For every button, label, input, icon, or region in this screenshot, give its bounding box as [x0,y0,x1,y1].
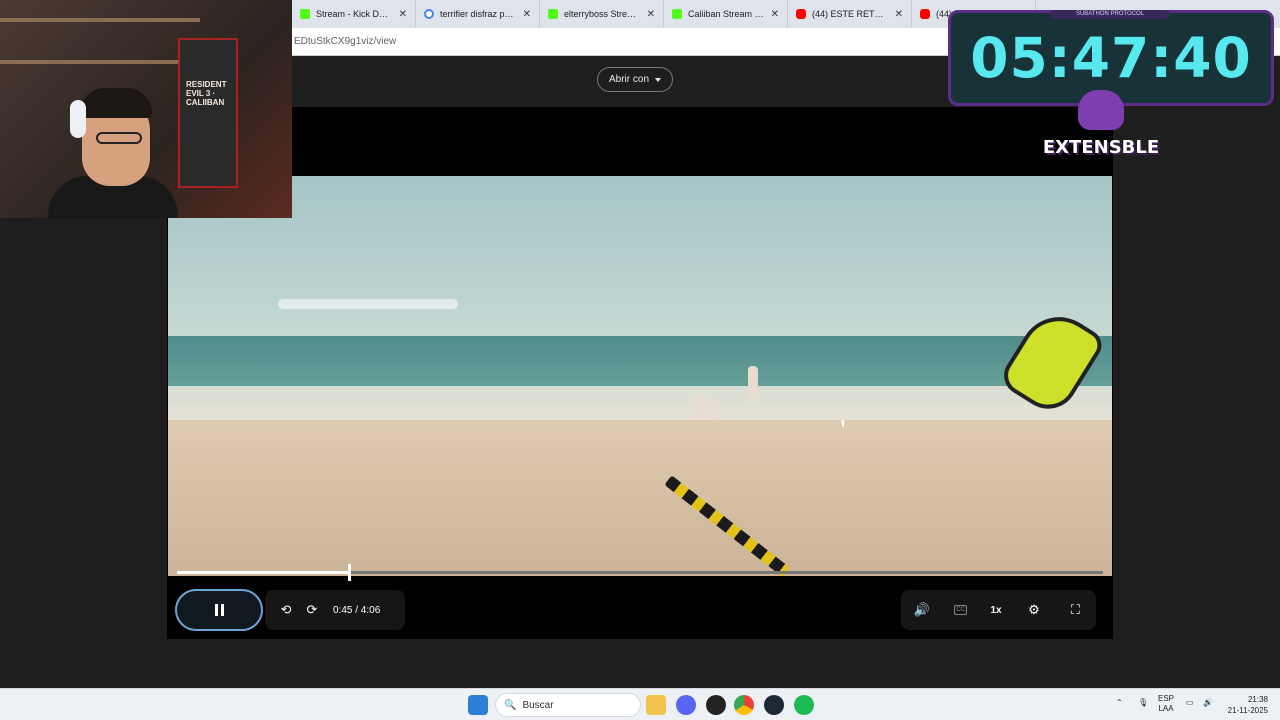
chevron-up-icon[interactable]: ⌃ [1116,698,1123,708]
file-explorer-icon[interactable] [646,695,666,715]
rewind-10-icon[interactable]: ⟲ [277,601,295,619]
tab-title: (44) ESTE RETO DE A [812,9,889,19]
spotify-icon[interactable] [794,695,814,715]
windows-start-icon[interactable] [468,695,488,715]
tab-title: Stream - Kick Dashbo [316,9,393,19]
progress-bar[interactable] [177,564,1103,581]
video-cloud [278,299,458,309]
volume-icon[interactable]: 🔊 [913,601,931,619]
mascot-icon [1078,90,1124,130]
progress-handle[interactable] [348,564,352,581]
video-sky [168,176,1112,338]
search-icon: 🔍 [504,699,517,711]
streamer-hair [80,88,152,118]
close-icon[interactable]: ✕ [771,9,779,20]
kick-icon [300,9,310,19]
video-beach [168,420,1112,576]
language-indicator[interactable]: ESP LAA [1158,694,1174,714]
badge-text: EXTENSBLE [1042,137,1160,158]
headset-icon [70,100,86,138]
chevron-down-icon [655,77,661,82]
close-icon[interactable]: ✕ [895,9,903,20]
browser-tab[interactable]: terrifier disfraz pareja ✕ [416,0,540,28]
chrome-icon[interactable] [734,695,754,715]
gear-icon[interactable]: ⚙ [1025,601,1043,619]
video-person [748,366,758,402]
clock-time: 21:38 [1247,695,1268,704]
shelf [0,18,200,22]
player-settings-controls: 🔊 CC 1x ⚙ ⛶ [901,590,1096,630]
pause-button[interactable] [175,589,263,631]
network-icon[interactable]: ▭ [1186,698,1194,708]
search-placeholder: Buscar [522,699,554,711]
fullscreen-icon[interactable]: ⛶ [1066,601,1084,619]
obs-icon[interactable] [706,695,726,715]
open-with-label: Abrir con [608,74,649,85]
volume-icon[interactable]: 🔊 [1203,698,1213,708]
arcade-label: RESIDENT EVIL 3 · CALIIBAN [186,80,227,107]
close-icon[interactable]: ✕ [647,9,655,20]
subathon-timer: 05:47:40 [970,26,1252,90]
progress-fill [177,571,350,574]
subathon-label: SUBATHON PROTOCOL [1050,10,1170,19]
video-person [692,394,706,418]
video-frame[interactable] [168,176,1112,576]
shelf [0,60,200,64]
microphone-icon[interactable]: 🎙 [1138,698,1148,708]
time-display: 0:45 / 4:06 [333,604,381,616]
webcam-overlay: RESIDENT EVIL 3 · CALIIBAN [0,0,292,218]
video-player[interactable]: ⟲ ⟳ 0:45 / 4:06 🔊 CC 1x ⚙ ⛶ [167,107,1113,639]
keyboard-layout: LAA [1158,704,1174,713]
forward-10-icon[interactable]: ⟳ [303,601,321,619]
youtube-icon [796,9,806,19]
tab-title: elterryboss Stream - [564,9,641,19]
taskbar: 🔍 Buscar ⌃ 🎙 ESP LAA ▭ 🔊 21:38 21-11-202… [0,688,1280,720]
extensible-badge: EXTENSBLE [1043,90,1159,158]
clock-date: 21-11-2025 [1227,706,1268,715]
browser-tab[interactable]: Stream - Kick Dashbo ✕ [292,0,416,28]
arcade-cabinet: RESIDENT EVIL 3 · CALIIBAN [178,38,238,188]
tab-title: Caliiban Stream - Wa [688,9,765,19]
kick-icon [548,9,558,19]
url-text[interactable]: EDtuStkCX9g1viz/view [292,34,396,50]
glasses-icon [96,132,142,144]
language-code: ESP [1158,694,1175,703]
google-icon [424,9,434,19]
video-person [709,398,717,420]
close-icon[interactable]: ✕ [399,9,407,20]
browser-tab[interactable]: Caliiban Stream - Wa ✕ [664,0,788,28]
player-controls: ⟲ ⟳ 0:45 / 4:06 🔊 CC 1x ⚙ ⛶ [167,559,1113,639]
tab-title: terrifier disfraz pareja [440,9,517,19]
captions-icon[interactable]: CC [954,605,968,615]
browser-tab[interactable]: (44) ESTE RETO DE A ✕ [788,0,912,28]
discord-icon[interactable] [676,695,696,715]
kick-icon [672,9,682,19]
youtube-icon [920,9,930,19]
browser-tab[interactable]: elterryboss Stream - ✕ [540,0,664,28]
close-icon[interactable]: ✕ [523,9,531,20]
playback-controls: ⟲ ⟳ 0:45 / 4:06 [265,590,405,630]
pause-icon [214,604,224,616]
system-clock[interactable]: 21:38 21-11-2025 [1222,694,1268,716]
playback-speed-button[interactable]: 1x [990,605,1001,616]
open-with-button[interactable]: Abrir con [597,67,673,92]
steam-icon[interactable] [764,695,784,715]
taskbar-search[interactable]: 🔍 Buscar [495,693,641,717]
